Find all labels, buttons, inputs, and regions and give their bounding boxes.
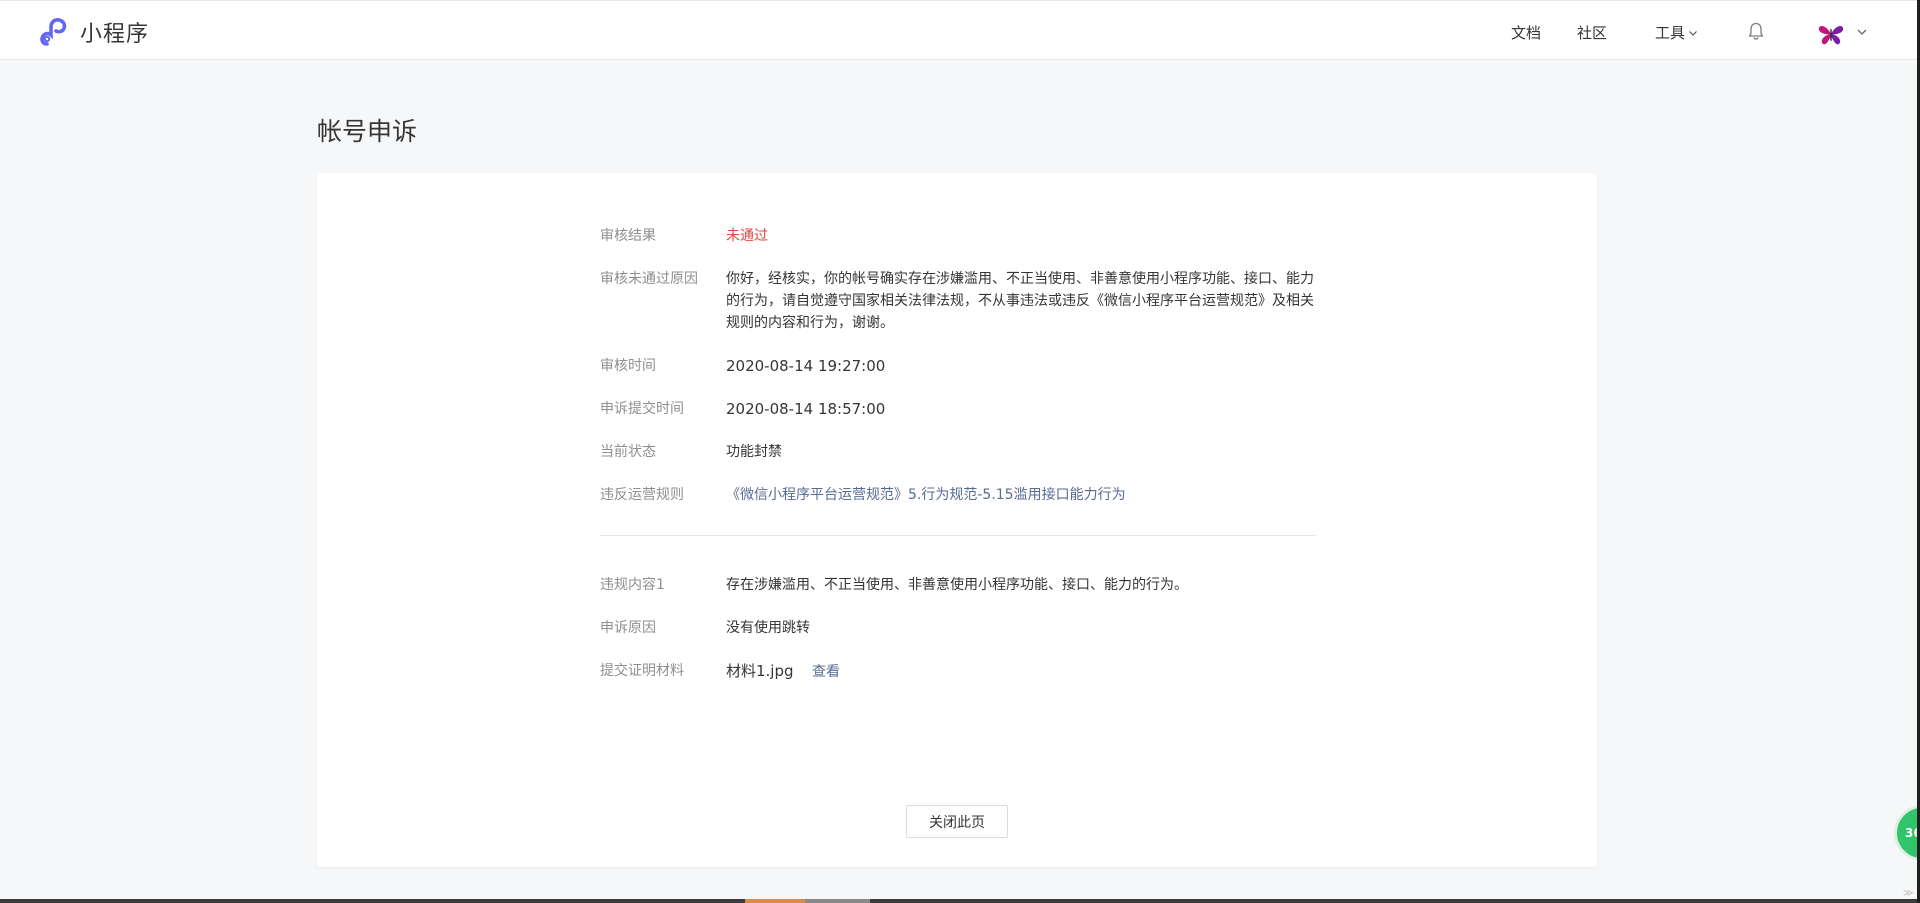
detail-row-review-time: 审核时间 2020-08-14 19:27:00 bbox=[600, 355, 1316, 377]
violated-rule-link[interactable]: 《微信小程序平台运营规范》5.行为规范-5.15滥用接口能力行为 bbox=[726, 484, 1316, 506]
nav-tools-dropdown[interactable]: 工具 bbox=[1655, 22, 1698, 43]
bottom-strip-segment-secondary bbox=[805, 899, 870, 903]
detail-row-reject-reason: 审核未通过原因 你好，经核实，你的帐号确实存在涉嫌滥用、不正当使用、非善意使用小… bbox=[600, 268, 1316, 334]
bottom-window-strip bbox=[0, 899, 1917, 903]
section-divider bbox=[600, 535, 1316, 536]
corner-double-chevron-icon: ≫ bbox=[1903, 888, 1914, 899]
close-page-button[interactable]: 关闭此页 bbox=[906, 805, 1008, 838]
appeal-reason-value: 没有使用跳转 bbox=[726, 620, 810, 636]
evidence-file-name: 材料1.jpg bbox=[726, 662, 794, 680]
detail-row-violated-rule: 违反运营规则 《微信小程序平台运营规范》5.行为规范-5.15滥用接口能力行为 bbox=[600, 484, 1316, 506]
violation-content-value: 存在涉嫌滥用、不正当使用、非善意使用小程序功能、接口、能力的行为。 bbox=[726, 577, 1188, 593]
reject-reason-value: 你好，经核实，你的帐号确实存在涉嫌滥用、不正当使用、非善意使用小程序功能、接口、… bbox=[726, 271, 1314, 331]
account-chevron-down-icon[interactable] bbox=[1856, 26, 1868, 38]
brand[interactable]: 小程序 bbox=[38, 16, 149, 48]
appeal-reason-label: 申诉原因 bbox=[600, 620, 656, 636]
mini-program-logo-icon bbox=[40, 18, 67, 46]
submit-time-label: 申诉提交时间 bbox=[600, 401, 684, 417]
violated-rule-label: 违反运营规则 bbox=[600, 487, 684, 503]
detail-row-appeal-reason: 申诉原因 没有使用跳转 bbox=[600, 617, 1316, 639]
review-time-label: 审核时间 bbox=[600, 358, 656, 374]
status-label: 当前状态 bbox=[600, 444, 656, 460]
detail-row-violation-content: 违规内容1 存在涉嫌滥用、不正当使用、非善意使用小程序功能、接口、能力的行为。 bbox=[600, 574, 1316, 596]
nav-tools-label: 工具 bbox=[1655, 24, 1686, 42]
status-value: 功能封禁 bbox=[726, 444, 782, 460]
nav-docs-link[interactable]: 文档 bbox=[1511, 22, 1541, 43]
top-navigation-bar: 小程序 文档 社区 工具 bbox=[0, 0, 1917, 60]
reject-reason-label: 审核未通过原因 bbox=[600, 271, 698, 287]
appeal-detail-card: 审核结果 未通过 审核未通过原因 你好，经核实，你的帐号确实存在涉嫌滥用、不正当… bbox=[317, 173, 1597, 867]
detail-row-submit-time: 申诉提交时间 2020-08-14 18:57:00 bbox=[600, 398, 1316, 420]
detail-row-review-result: 审核结果 未通过 bbox=[600, 225, 1316, 247]
review-result-value: 未通过 bbox=[726, 228, 768, 244]
submit-time-value: 2020-08-14 18:57:00 bbox=[726, 400, 886, 418]
chevron-down-icon bbox=[1689, 30, 1697, 36]
nav-community-link[interactable]: 社区 bbox=[1577, 22, 1607, 43]
detail-row-evidence: 提交证明材料 材料1.jpg 查看 bbox=[600, 660, 1316, 683]
evidence-value: 材料1.jpg 查看 bbox=[726, 660, 1316, 683]
review-time-value: 2020-08-14 19:27:00 bbox=[726, 357, 886, 375]
detail-row-status: 当前状态 功能封禁 bbox=[600, 441, 1316, 463]
brand-name: 小程序 bbox=[80, 22, 150, 47]
page: 小程序 文档 社区 工具 帐号申诉 审核结果 未通过 审核未通过原因 你好，经核… bbox=[0, 0, 1920, 903]
review-result-label: 审核结果 bbox=[600, 228, 656, 244]
violation-content-label: 违规内容1 bbox=[600, 577, 665, 593]
evidence-label: 提交证明材料 bbox=[600, 663, 684, 679]
user-avatar-butterfly-icon[interactable] bbox=[1816, 19, 1846, 49]
notification-bell-icon[interactable] bbox=[1746, 21, 1766, 41]
evidence-view-link[interactable]: 查看 bbox=[812, 664, 840, 680]
bottom-strip-segment bbox=[745, 899, 805, 903]
page-title: 帐号申诉 bbox=[317, 117, 418, 146]
appeal-detail-list: 审核结果 未通过 审核未通过原因 你好，经核实，你的帐号确实存在涉嫌滥用、不正当… bbox=[600, 225, 1316, 683]
